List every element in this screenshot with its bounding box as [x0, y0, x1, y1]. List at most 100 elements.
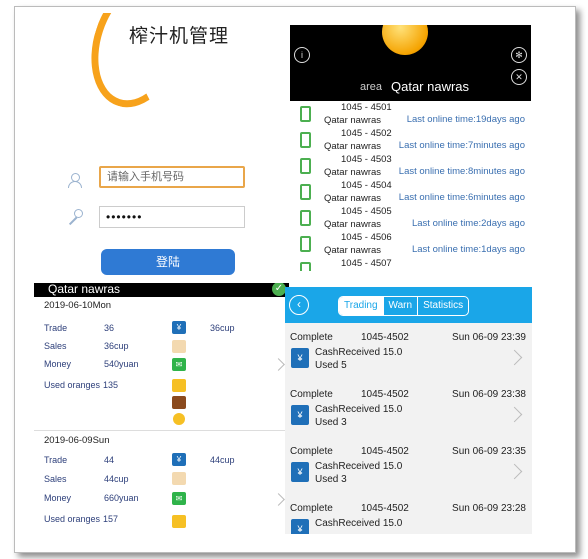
money-value: 660yuan — [104, 493, 139, 503]
record-device: 1045-4502 — [361, 446, 409, 457]
orange-cash-icon — [172, 379, 186, 392]
phone-icon — [300, 236, 311, 252]
close-icon[interactable]: ✕ — [511, 69, 527, 85]
app-title: 榨汁机管理 — [129, 26, 230, 47]
device-item[interactable]: 1045 - 4501 Qatar nawras Last online time:… — [290, 102, 531, 128]
back-button[interactable]: ‹ — [289, 295, 309, 315]
device-code: 1045 - 4502 — [341, 128, 392, 139]
used-value: 135 — [103, 380, 119, 390]
record-used: Used 5 — [315, 360, 347, 371]
divider — [34, 430, 289, 431]
device-area: Qatar nawras — [324, 115, 382, 126]
trade-record[interactable]: Complete 1045-4502 Sun 06-09 23:35 ¥ Cas… — [285, 441, 532, 499]
area-header: i ✻ ✕ area Qatar nawras — [290, 25, 531, 101]
tab-warn[interactable]: Warn — [382, 297, 418, 315]
user-icon — [68, 173, 82, 188]
record-device: 1045-4502 — [361, 503, 409, 514]
cup-count: 36cup — [210, 323, 235, 333]
last-online: Last online time:6minutes ago — [398, 192, 525, 203]
login-button[interactable]: 登陆 — [101, 249, 235, 275]
phone-icon — [300, 184, 311, 200]
cup-count: 44cup — [210, 455, 235, 465]
record-cash: CashReceived 15.0 — [315, 404, 403, 415]
chevron-right-icon[interactable] — [272, 358, 285, 371]
device-area: Qatar nawras — [324, 193, 382, 204]
trade-label: Trade — [44, 323, 68, 333]
wechat-icon: ✉ — [172, 492, 186, 505]
yen-icon: ¥ — [291, 519, 309, 534]
record-used: Used 3 — [315, 474, 347, 485]
device-item[interactable]: 1045 - 4505 Qatar nawras Last online time:… — [290, 206, 531, 232]
used-label: Used oranges — [44, 380, 101, 390]
device-code: 1045 - 4501 — [341, 102, 392, 113]
record-used: Used 3 — [315, 417, 347, 428]
sales-value: 44cup — [104, 474, 129, 484]
password-field[interactable]: ••••••• — [99, 206, 245, 228]
device-item[interactable]: 1045 - 4503 Qatar nawras Last online time:… — [290, 154, 531, 180]
used-label: Used oranges — [44, 514, 101, 524]
device-item[interactable]: 1045 - 4504 Qatar nawras Last online time:… — [290, 180, 531, 206]
phone-icon — [300, 132, 311, 148]
trade-header: Qatar nawras ✓ — [34, 283, 289, 297]
last-online: Last online time:1days ago — [411, 244, 525, 255]
device-code: 1045 - 4503 — [341, 154, 392, 165]
key-icon — [67, 209, 83, 225]
yen-icon: ¥ — [172, 321, 186, 334]
trade-record[interactable]: Complete 1045-4502 Sun 06-09 23:28 ¥ Cas… — [285, 498, 532, 534]
device-list: 1045 - 4501 Qatar nawras Last online time:… — [290, 102, 531, 271]
money-label: Money — [44, 493, 72, 503]
day-summary[interactable]: 2019-06-10Mon Trade 36 ¥ 36cup Sales 36c… — [34, 300, 289, 425]
trade-record[interactable]: Complete 1045-4502 Sun 06-09 23:39 ¥ Cas… — [285, 327, 532, 385]
phone-icon — [300, 262, 311, 271]
last-online: Last online time:8minutes ago — [398, 166, 525, 177]
tab-trading[interactable]: Trading — [339, 297, 383, 315]
last-online: Last online time:2days ago — [411, 218, 525, 229]
cup-icon — [172, 472, 186, 485]
chevron-right-icon[interactable] — [272, 493, 285, 506]
orange-cash-icon — [172, 515, 186, 528]
record-datetime: Sun 06-09 23:28 — [452, 503, 526, 514]
device-area: Qatar nawras — [324, 245, 382, 256]
tab-statistics[interactable]: Statistics — [417, 297, 468, 315]
device-code: 1045 - 4507 — [341, 258, 392, 269]
day-date: 2019-06-09Sun — [44, 435, 110, 446]
record-datetime: Sun 06-09 23:38 — [452, 389, 526, 400]
trade-value: 36 — [104, 323, 115, 333]
chevron-right-icon[interactable] — [506, 463, 523, 480]
yen-icon: ¥ — [291, 348, 309, 368]
device-area: Qatar nawras — [324, 167, 382, 178]
money-value: 540yuan — [104, 359, 139, 369]
yen-icon: ¥ — [172, 453, 186, 466]
device-item[interactable]: 1045 - 4507 — [290, 258, 531, 271]
device-code: 1045 - 4506 — [341, 232, 392, 243]
record-status: Complete — [290, 446, 333, 457]
sales-value: 36cup — [104, 341, 129, 351]
trade-area-title: Qatar nawras — [48, 283, 121, 296]
device-area: Qatar nawras — [324, 141, 382, 152]
day-summary[interactable]: 2019-06-09Sun Trade 44 ¥ 44cup Sales 44c… — [34, 435, 289, 535]
day-date: 2019-06-10Mon — [44, 300, 112, 311]
settings-icon[interactable]: ✻ — [511, 47, 527, 63]
money-label: Money — [44, 359, 72, 369]
cup-icon — [172, 340, 186, 353]
account-icon[interactable]: i — [294, 47, 310, 63]
trade-record[interactable]: Complete 1045-4502 Sun 06-09 23:38 ¥ Cas… — [285, 384, 532, 442]
record-status: Complete — [290, 332, 333, 343]
device-item[interactable]: 1045 - 4502 Qatar nawras Last online time:… — [290, 128, 531, 154]
yen-icon: ¥ — [291, 462, 309, 482]
record-datetime: Sun 06-09 23:39 — [452, 332, 526, 343]
phone-icon — [300, 106, 311, 122]
sales-label: Sales — [44, 341, 67, 351]
chevron-right-icon[interactable] — [506, 349, 523, 366]
area-label: area — [360, 81, 383, 93]
device-item[interactable]: 1045 - 4506 Qatar nawras Last online time:… — [290, 232, 531, 258]
last-online: Last online time:19days ago — [406, 114, 525, 125]
phone-input[interactable]: 请输入手机号码 — [99, 166, 245, 188]
area-screen: i ✻ ✕ area Qatar nawras 1045 - 4501 Qatar… — [290, 25, 531, 271]
chevron-right-icon[interactable] — [506, 406, 523, 423]
last-online: Last online time:7minutes ago — [398, 140, 525, 151]
record-cash: CashReceived 15.0 — [315, 461, 403, 472]
trading-records-screen: ‹ Trading Warn Statistics Complete 1045-… — [285, 287, 532, 534]
record-device: 1045-4502 — [361, 332, 409, 343]
record-status: Complete — [290, 503, 333, 514]
